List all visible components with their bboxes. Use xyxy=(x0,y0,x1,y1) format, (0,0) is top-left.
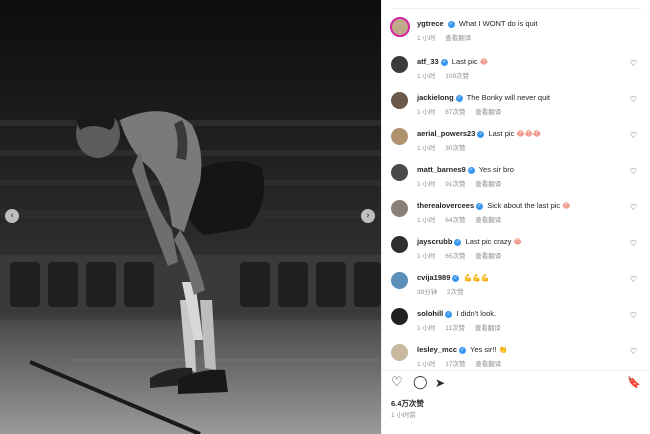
player-photo-illustration xyxy=(0,0,381,434)
comments-panel: ygtrece ✓ What I WONT do is quit 1 小时 查看… xyxy=(381,0,650,434)
verified-badge-icon: ✓ xyxy=(477,130,485,138)
post-photo: ‹ › xyxy=(0,0,381,434)
chevron-right-icon: › xyxy=(366,211,370,221)
username[interactable]: solohill xyxy=(417,309,443,318)
avatar[interactable] xyxy=(391,308,408,325)
carousel-next-button[interactable]: › xyxy=(361,209,375,223)
username[interactable]: cvija1989 xyxy=(417,273,450,282)
comment-like-heart-icon[interactable]: ♡ xyxy=(630,311,637,320)
comment-likes[interactable]: 64次赞 xyxy=(445,217,465,224)
translate-link[interactable]: 查看翻译 xyxy=(475,109,501,116)
save-bookmark-icon[interactable]: 🔖 xyxy=(627,376,641,390)
comment-text: The Bonky will never quit xyxy=(466,93,551,102)
avatar[interactable] xyxy=(391,272,408,289)
comment-emoji: 😂 xyxy=(562,202,571,210)
comment-emoji: 😂 xyxy=(513,238,522,246)
verified-badge-icon: ✓ xyxy=(476,202,484,210)
username[interactable]: jayscrubb xyxy=(417,237,452,246)
translate-link[interactable]: 查看翻译 xyxy=(475,253,501,260)
comment-time: 1 小时 xyxy=(417,145,436,152)
username[interactable]: jackielong xyxy=(417,93,454,102)
comment-like-heart-icon[interactable]: ♡ xyxy=(630,203,637,212)
comment-emoji: 💪💪💪 xyxy=(463,274,490,282)
comment-likes[interactable]: 109次赞 xyxy=(445,73,469,80)
comment-like-heart-icon[interactable]: ♡ xyxy=(630,239,637,248)
username[interactable]: therealovercees xyxy=(417,201,474,210)
verified-badge-icon: ✓ xyxy=(454,238,462,246)
translate-link[interactable]: 查看翻译 xyxy=(475,181,501,188)
comment-text: Yes sir bro xyxy=(478,165,514,174)
avatar[interactable] xyxy=(391,164,408,181)
comment-text: Yes sir!! xyxy=(470,345,497,354)
username[interactable]: atf_33 xyxy=(417,57,439,66)
avatar[interactable] xyxy=(391,200,408,217)
post-likes-count[interactable]: 6.4万次赞 xyxy=(391,398,424,409)
comment-like-heart-icon[interactable]: ♡ xyxy=(630,95,637,104)
username[interactable]: lesley_mcc xyxy=(417,345,457,354)
comment-time: 1 小时 xyxy=(417,325,436,332)
avatar[interactable] xyxy=(391,92,408,109)
post-timestamp: 1 小时前 xyxy=(391,412,416,419)
comment-likes[interactable]: 30次赞 xyxy=(445,145,465,152)
username[interactable]: ygtrece xyxy=(417,19,444,28)
comment-emoji: 👏 xyxy=(498,346,508,354)
action-bar: ♡ ◯ ➤ 🔖 xyxy=(391,376,641,392)
chevron-left-icon: ‹ xyxy=(10,211,14,221)
share-send-icon[interactable]: ➤ xyxy=(435,376,445,390)
panel-header-divider xyxy=(392,0,641,9)
comment-time: 39分钟 xyxy=(417,289,438,296)
actions-divider xyxy=(382,370,650,371)
verified-badge-icon: ✓ xyxy=(452,274,460,282)
comment-text: Sick about the last pic xyxy=(487,201,561,210)
comment-time: 1 小时 xyxy=(417,253,436,260)
comment-like-heart-icon[interactable]: ♡ xyxy=(630,275,637,284)
avatar[interactable] xyxy=(390,17,410,37)
like-heart-icon[interactable]: ♡ xyxy=(391,376,403,390)
verified-badge-icon: ✓ xyxy=(445,310,453,318)
comment-emoji: 😂😂😂 xyxy=(516,130,541,138)
comment-like-heart-icon[interactable]: ♡ xyxy=(630,167,637,176)
verified-badge-icon: ✓ xyxy=(455,94,463,102)
avatar[interactable] xyxy=(391,344,408,361)
comment-time: 1 小时 xyxy=(417,181,436,188)
comment-likes[interactable]: 91次赞 xyxy=(445,181,465,188)
comment-likes[interactable]: 11次赞 xyxy=(445,325,465,332)
comment-text: I didn't look. xyxy=(456,309,497,318)
username[interactable]: matt_barnes9 xyxy=(417,165,466,174)
comment-bubble-icon[interactable]: ◯ xyxy=(413,376,428,390)
comment-likes[interactable]: 17次赞 xyxy=(445,361,465,368)
comment-time: 1 小时 xyxy=(417,109,436,116)
comment-likes[interactable]: 87次赞 xyxy=(445,109,465,116)
verified-badge-icon: ✓ xyxy=(440,58,448,66)
translate-link[interactable]: 查看翻译 xyxy=(445,35,471,42)
verified-badge-icon: ✓ xyxy=(467,166,475,174)
comment-text: Last pic crazy xyxy=(465,237,512,246)
comment-time: 1 小时 xyxy=(417,217,436,224)
comment-time: 1 小时 xyxy=(417,361,436,368)
verified-badge-icon: ✓ xyxy=(447,20,455,28)
avatar[interactable] xyxy=(391,56,408,73)
comment-likes[interactable]: 65次赞 xyxy=(445,253,465,260)
translate-link[interactable]: 查看翻译 xyxy=(475,325,501,332)
comment-like-heart-icon[interactable]: ♡ xyxy=(630,347,637,356)
username[interactable]: aerial_powers23 xyxy=(417,129,475,138)
verified-badge-icon: ✓ xyxy=(459,346,467,354)
comment-text: Last pic xyxy=(451,57,478,66)
comment-time: 1 小时 xyxy=(417,35,436,42)
comment-text: What I WONT do is quit xyxy=(458,19,538,28)
carousel-prev-button[interactable]: ‹ xyxy=(5,209,19,223)
comment-emoji: 😂 xyxy=(479,58,488,66)
avatar[interactable] xyxy=(391,128,408,145)
comment-like-heart-icon[interactable]: ♡ xyxy=(630,59,637,68)
comment-likes[interactable]: 2次赞 xyxy=(447,289,464,296)
avatar[interactable] xyxy=(391,236,408,253)
comment-like-heart-icon[interactable]: ♡ xyxy=(630,131,637,140)
comment-time: 1 小时 xyxy=(417,73,436,80)
translate-link[interactable]: 查看翻译 xyxy=(475,217,501,224)
translate-link[interactable]: 查看翻译 xyxy=(475,361,501,368)
comment-text: Last pic xyxy=(488,129,515,138)
